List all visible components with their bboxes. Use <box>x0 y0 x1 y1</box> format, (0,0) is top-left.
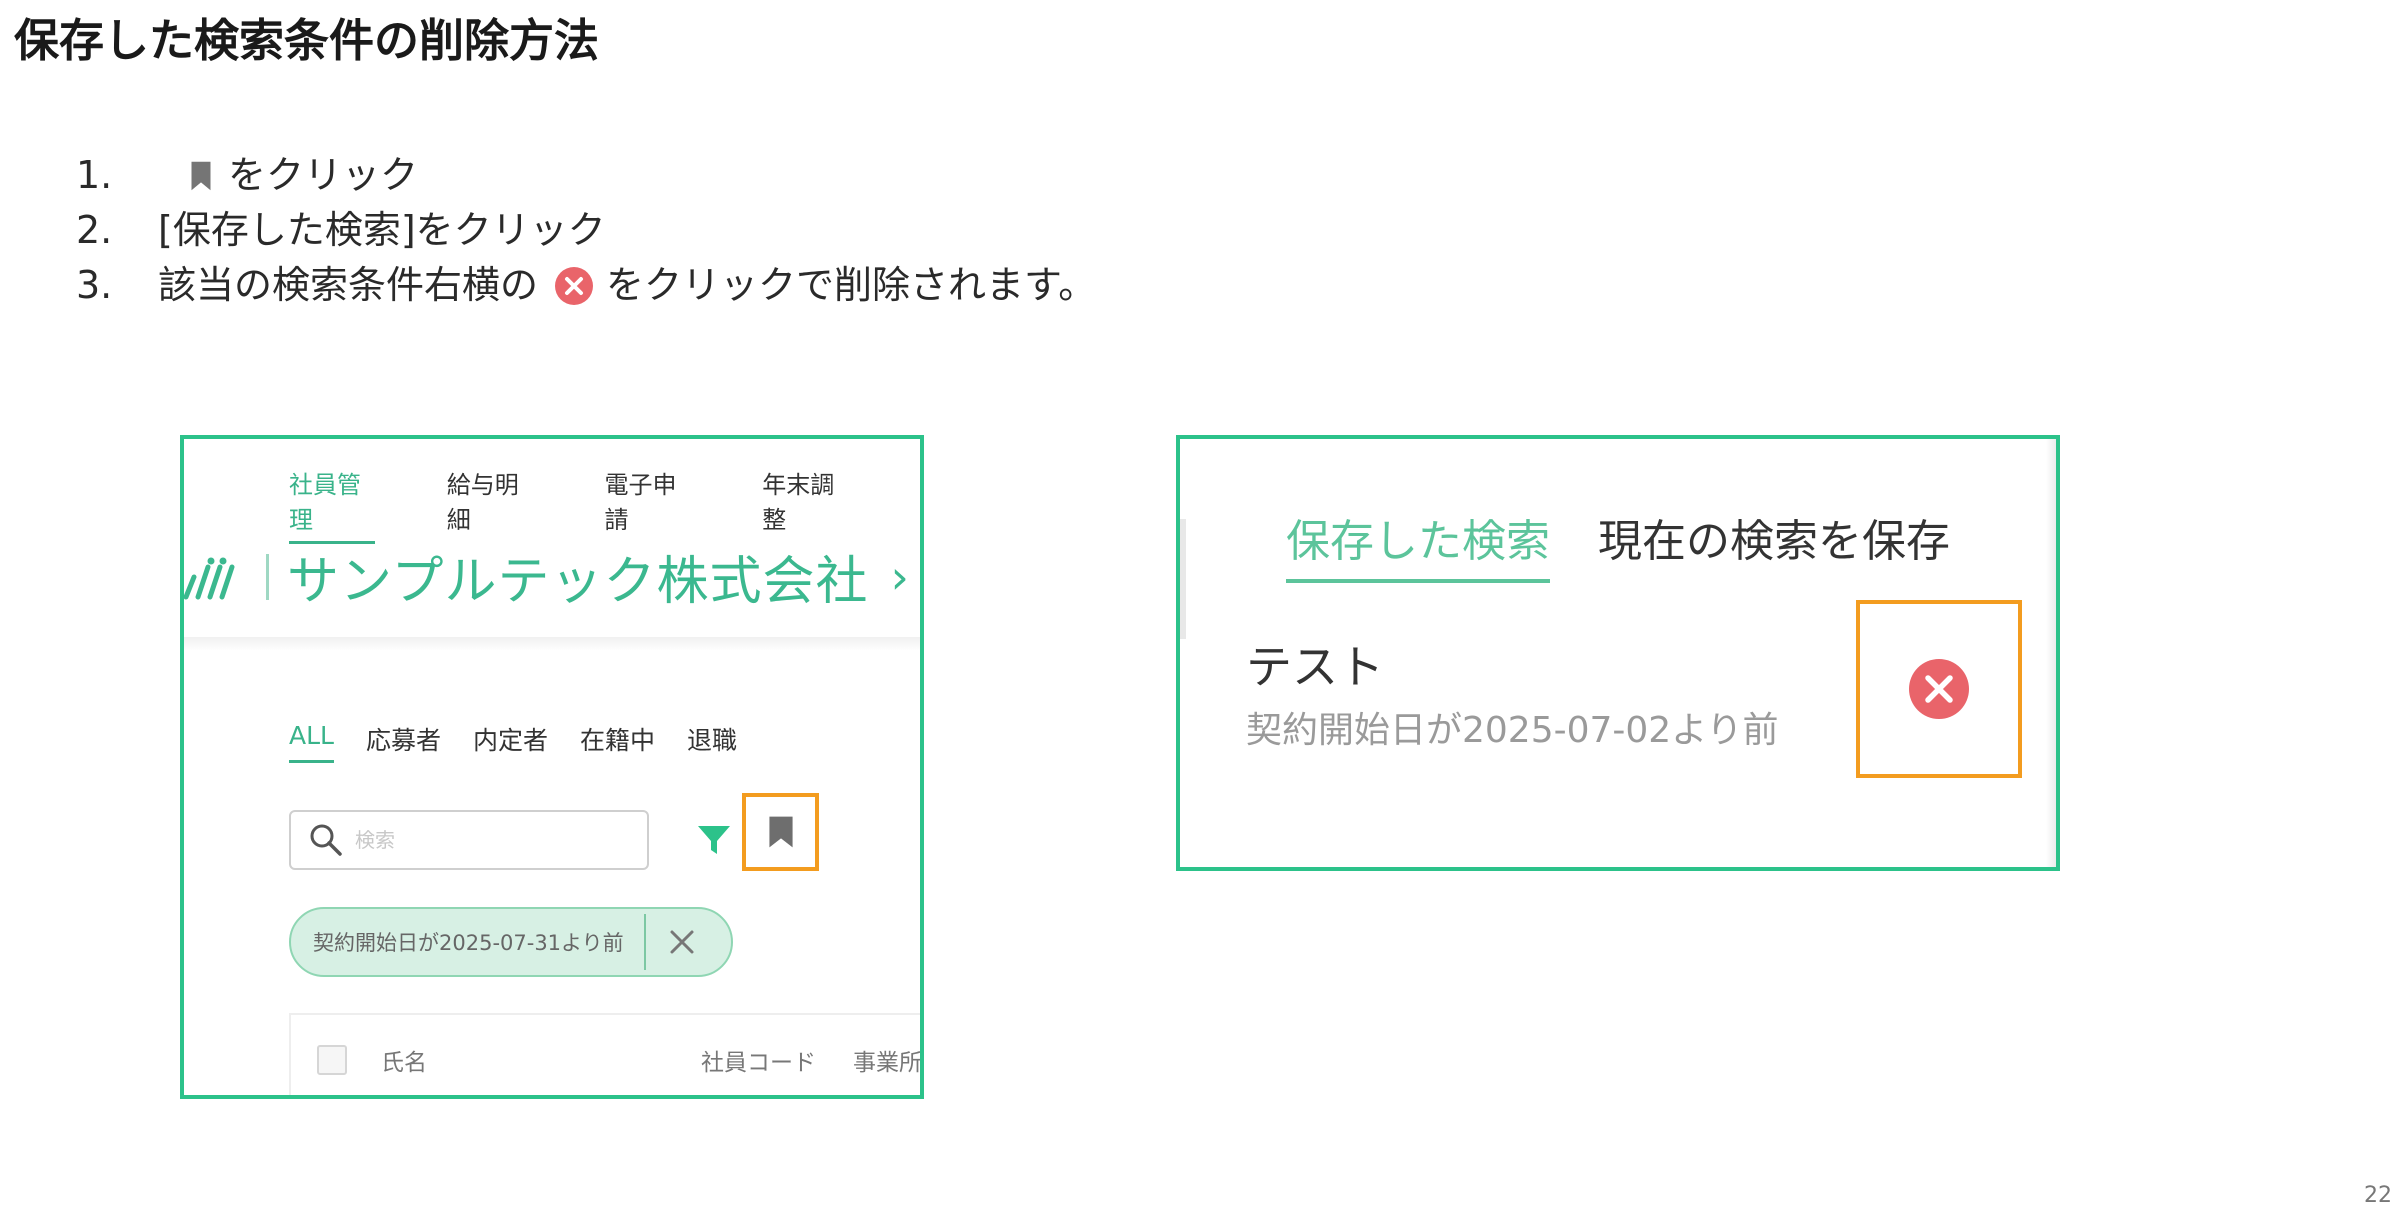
step-number: 3. <box>76 263 113 307</box>
breadcrumb-chevron-icon: › <box>890 549 909 604</box>
tab-employed[interactable]: 在籍中 <box>580 721 655 763</box>
nav-tab-employee-management[interactable]: 社員管理 <box>289 465 375 544</box>
nav-tab-payslip[interactable]: 給与明細 <box>447 465 533 544</box>
header-divider <box>184 637 920 651</box>
tab-saved-searches[interactable]: 保存した検索 <box>1286 505 1550 583</box>
step-3: 3. 該当の検索条件右横の をクリックで削除されます。 <box>76 258 1096 313</box>
employee-list-screenshot: 社員管理 給与明細 電子申請 年末調整 サンプルテック株式会社 › ALL 応募… <box>180 435 924 1099</box>
column-header-office[interactable]: 事業所 <box>853 1043 920 1077</box>
nav-tab-year-end-adjustment[interactable]: 年末調整 <box>762 465 848 544</box>
search-input[interactable] <box>353 827 617 853</box>
slide-title: 保存した検索条件の削除方法 <box>14 14 600 67</box>
page-number: 22 <box>2364 1183 2392 1205</box>
bookmark-button[interactable] <box>742 793 819 871</box>
step-text: 該当の検索条件右横の <box>158 263 539 307</box>
close-circle-icon <box>1909 659 1969 719</box>
close-circle-icon <box>555 266 594 305</box>
step-number: 2. <box>76 208 113 252</box>
status-filter-tabs: ALL 応募者 内定者 在籍中 退職 <box>289 721 769 763</box>
select-all-checkbox[interactable] <box>317 1045 347 1075</box>
filter-chip-label: 契約開始日が2025-07-31より前 <box>313 931 624 955</box>
search-icon <box>310 824 342 856</box>
column-header-name[interactable]: 氏名 <box>381 1043 701 1077</box>
company-logo-icon <box>184 557 235 599</box>
tab-applicant[interactable]: 応募者 <box>366 721 441 763</box>
bookmark-icon <box>768 816 793 848</box>
step-1: 1. をクリック <box>76 148 1096 203</box>
filter-icon[interactable] <box>696 822 732 858</box>
tab-offered[interactable]: 内定者 <box>473 721 548 763</box>
saved-search-title[interactable]: テスト <box>1246 631 1384 697</box>
table-header: 氏名 社員コード 事業所 <box>289 1013 920 1095</box>
panel-edge <box>2046 439 2056 867</box>
column-header-employee-code[interactable]: 社員コード <box>701 1043 853 1077</box>
saved-search-tabs: 保存した検索 現在の検索を保存 <box>1286 505 1998 583</box>
chip-divider <box>643 914 646 970</box>
step-text: をクリックで削除されます。 <box>606 263 1097 307</box>
company-header: サンプルテック株式会社 › <box>184 539 909 614</box>
close-icon[interactable] <box>668 928 696 956</box>
saved-search-description: 契約開始日が2025-07-02より前 <box>1246 710 1779 751</box>
main-nav: 社員管理 給与明細 電子申請 年末調整 <box>289 465 920 544</box>
tab-retired[interactable]: 退職 <box>687 721 737 763</box>
company-name[interactable]: サンプルテック株式会社 <box>287 539 868 614</box>
saved-search-screenshot: 保存した検索 現在の検索を保存 テスト 契約開始日が2025-07-02より前 <box>1176 435 2060 871</box>
tab-all[interactable]: ALL <box>289 721 334 763</box>
active-filter-chip[interactable]: 契約開始日が2025-07-31より前 <box>289 907 733 977</box>
nav-tab-e-application[interactable]: 電子申請 <box>605 465 691 544</box>
panel-edge <box>1180 519 1186 639</box>
delete-saved-search-button[interactable] <box>1856 600 2022 778</box>
instruction-steps: 1. をクリック 2. [保存した検索]をクリック 3. 該当の検索条件右横の … <box>76 148 1096 313</box>
step-text: をクリック <box>228 153 419 197</box>
step-number: 1. <box>76 153 113 197</box>
step-2: 2. [保存した検索]をクリック <box>76 203 1096 258</box>
step-text: [保存した検索]をクリック <box>158 208 606 252</box>
divider <box>266 553 269 600</box>
bookmark-icon <box>191 161 211 190</box>
tab-save-current-search[interactable]: 現在の検索を保存 <box>1598 505 1950 583</box>
search-box <box>289 810 649 870</box>
